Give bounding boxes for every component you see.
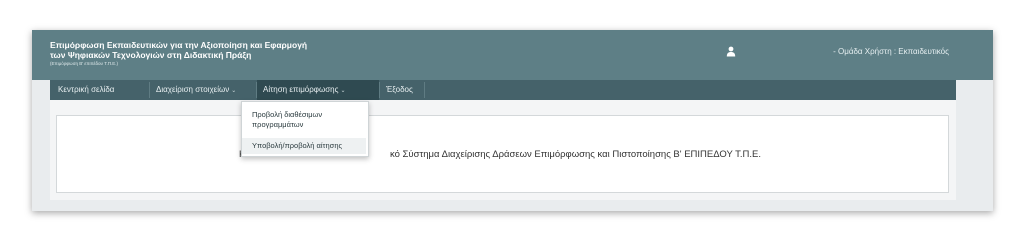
nav-home-label: Κεντρική σελίδα	[58, 85, 115, 94]
site-header: Επιμόρφωση Εκπαιδευτικών για την Αξιοποί…	[32, 30, 993, 80]
user-group-label: - Ομάδα Χρήστη : Εκπαιδευτικός	[833, 47, 949, 56]
nav-exit-label: Έξοδος	[386, 85, 413, 94]
welcome-panel: Καλώ κό Σύστημα Διαχείρισης Δράσεων Επιμ…	[56, 115, 949, 193]
menu-item-available-programs[interactable]: Προβολή διαθέσιμων προγραμμάτων	[242, 110, 366, 130]
nav-exit[interactable]: Έξοδος	[380, 80, 419, 100]
nav-manage[interactable]: Διαχείριση στοιχείων ⌄	[150, 80, 242, 100]
nav-request[interactable]: Αίτηση επιμόρφωσης ⌄	[257, 80, 379, 100]
nav-manage-label: Διαχείριση στοιχείων	[156, 85, 230, 94]
site-title-line1: Επιμόρφωση Εκπαιδευτικών για την Αξιοποί…	[50, 40, 308, 50]
menu-item-submit-request[interactable]: Υποβολή/προβολή αίτησης	[242, 138, 366, 154]
site-title-line2: των Ψηφιακών Τεχνολογιών στη Διδακτική Π…	[50, 50, 252, 60]
chevron-down-icon: ⌄	[340, 88, 346, 94]
main-content: Καλώ κό Σύστημα Διαχείρισης Δράσεων Επιμ…	[50, 100, 956, 200]
nav-home[interactable]: Κεντρική σελίδα	[52, 80, 120, 100]
welcome-text-end: κό Σύστημα Διαχείρισης Δράσεων Επιμόρφωσ…	[390, 149, 761, 160]
main-navbar: Κεντρική σελίδα Διαχείριση στοιχείων ⌄ Αί…	[50, 80, 956, 100]
nav-divider	[424, 82, 425, 98]
app-window: Επιμόρφωση Εκπαιδευτικών για την Αξιοποί…	[32, 30, 993, 211]
request-dropdown-menu: Προβολή διαθέσιμων προγραμμάτων Υποβολή/…	[241, 101, 369, 157]
nav-request-label: Αίτηση επιμόρφωσης	[263, 85, 339, 94]
chevron-down-icon: ⌄	[231, 88, 237, 94]
user-icon[interactable]	[726, 46, 736, 57]
site-subtitle: (Επιμόρφωση Β' επιπέδου Τ.Π.Ε.)	[50, 61, 118, 66]
